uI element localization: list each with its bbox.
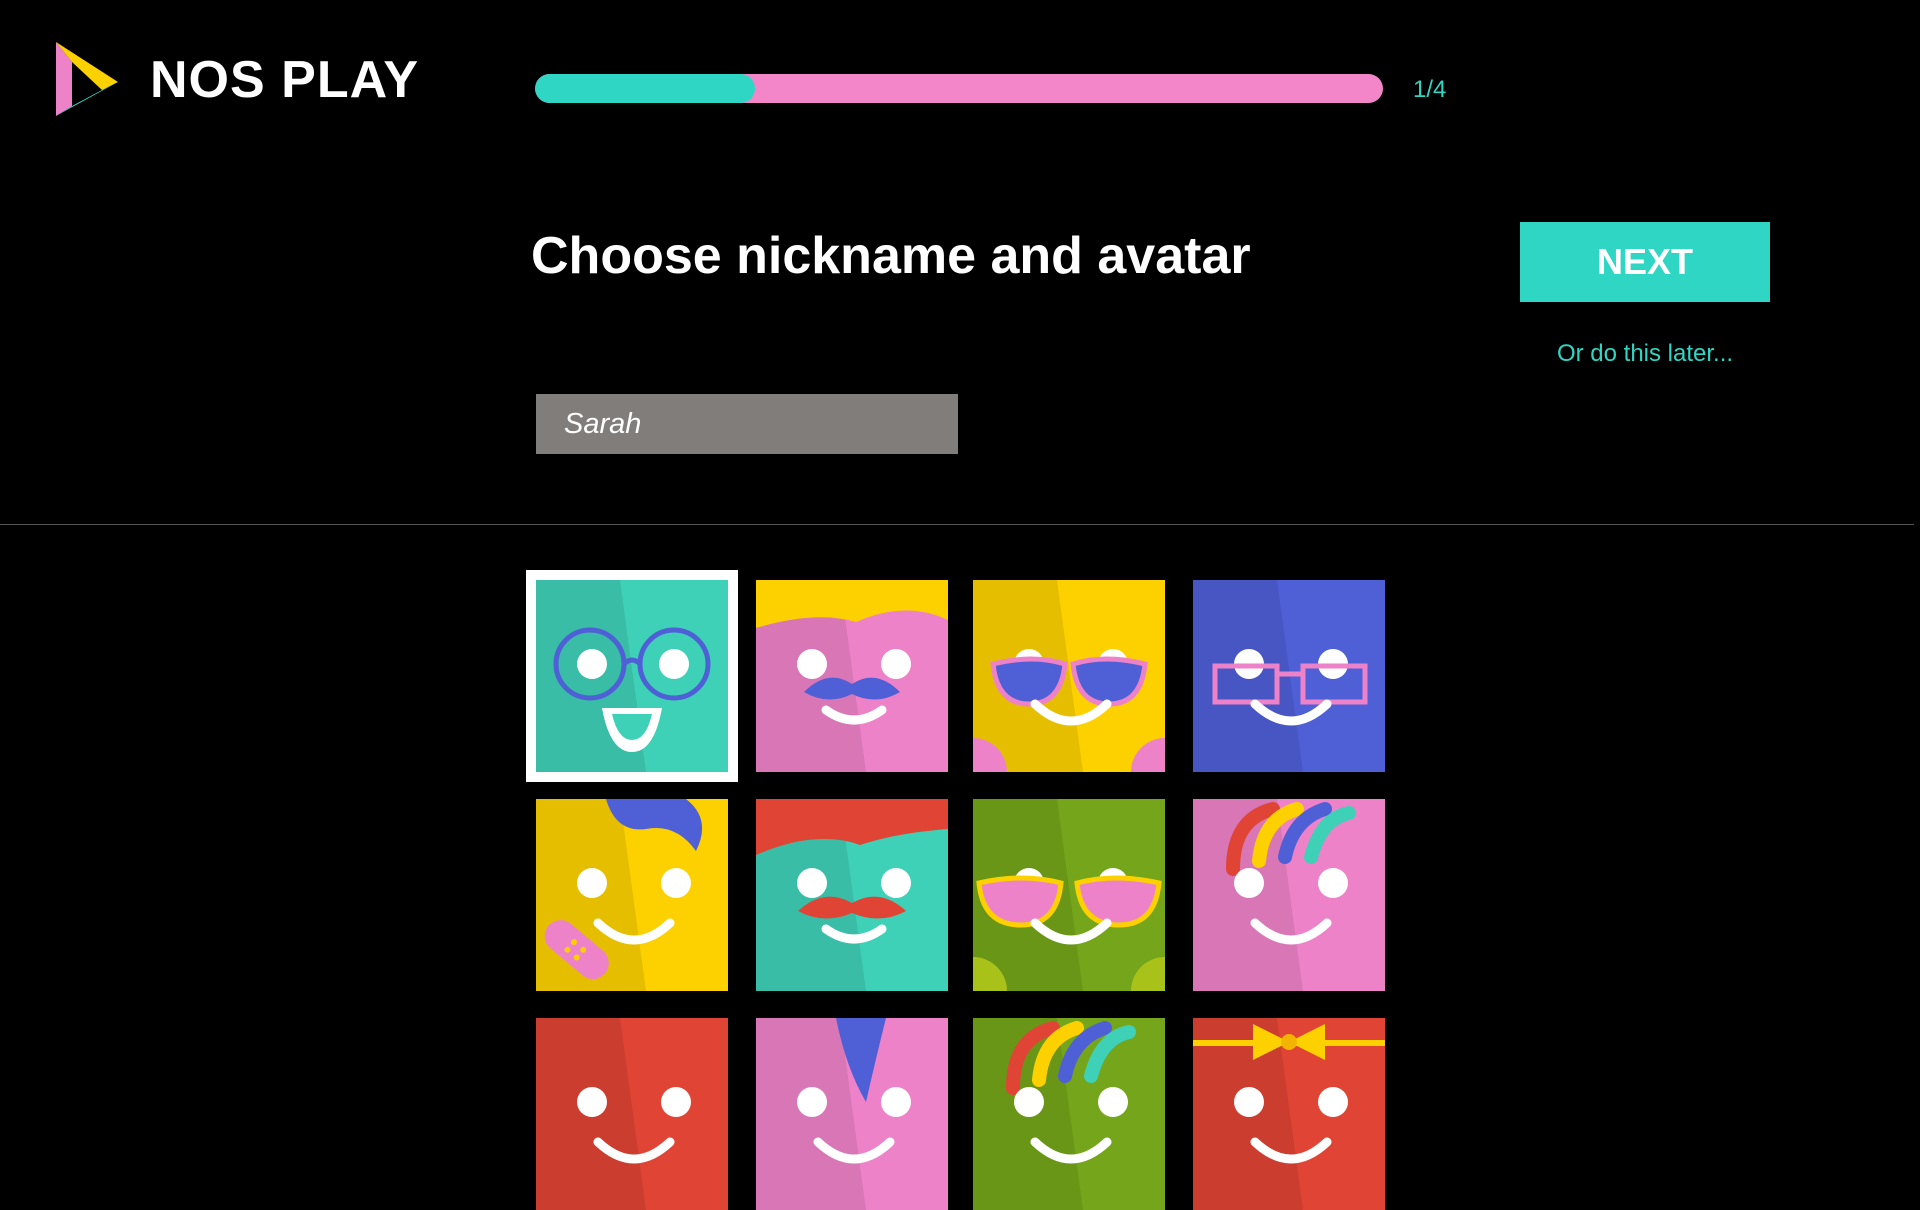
nickname-input[interactable]: Sarah [536,394,958,454]
nos-play-logo-icon [56,42,118,116]
avatar-option-4[interactable] [1193,580,1385,772]
next-button[interactable]: NEXT [1520,222,1770,302]
avatar-face-icon [536,799,728,991]
avatar-option-8[interactable] [1193,799,1385,991]
avatar-option-6[interactable] [756,799,948,991]
avatar-face-icon [1193,1018,1385,1210]
avatar-face-icon [756,799,948,991]
progress-fill [535,74,756,103]
avatar-option-12[interactable] [1193,1018,1385,1210]
avatar-option-10[interactable] [756,1018,948,1210]
onboarding-progress-bar [535,74,1383,103]
avatar-grid [0,0,1920,1210]
avatar-option-11[interactable] [973,1018,1165,1210]
avatar-face-icon [536,1018,728,1210]
avatar-option-2[interactable] [756,580,948,772]
avatar-option-3[interactable] [973,580,1165,772]
avatar-face-icon [1193,580,1385,772]
avatar-face-icon [756,1018,948,1210]
avatar-option-7[interactable] [973,799,1165,991]
do-later-link[interactable]: Or do this later... [1520,340,1770,368]
avatar-option-9[interactable] [536,1018,728,1210]
app-name: NOS PLAY [150,51,420,109]
avatar-face-icon [536,580,728,772]
page-title: Choose nickname and avatar [531,227,1251,285]
avatar-option-5[interactable] [536,799,728,991]
avatar-face-icon [1193,799,1385,991]
avatar-face-icon [756,580,948,772]
avatar-face-icon [973,1018,1165,1210]
avatar-face-icon [973,580,1165,772]
avatar-face-icon [973,799,1165,991]
avatar-option-1[interactable] [526,570,738,782]
divider [0,524,1914,525]
step-counter: 1/4 [1413,76,1447,103]
